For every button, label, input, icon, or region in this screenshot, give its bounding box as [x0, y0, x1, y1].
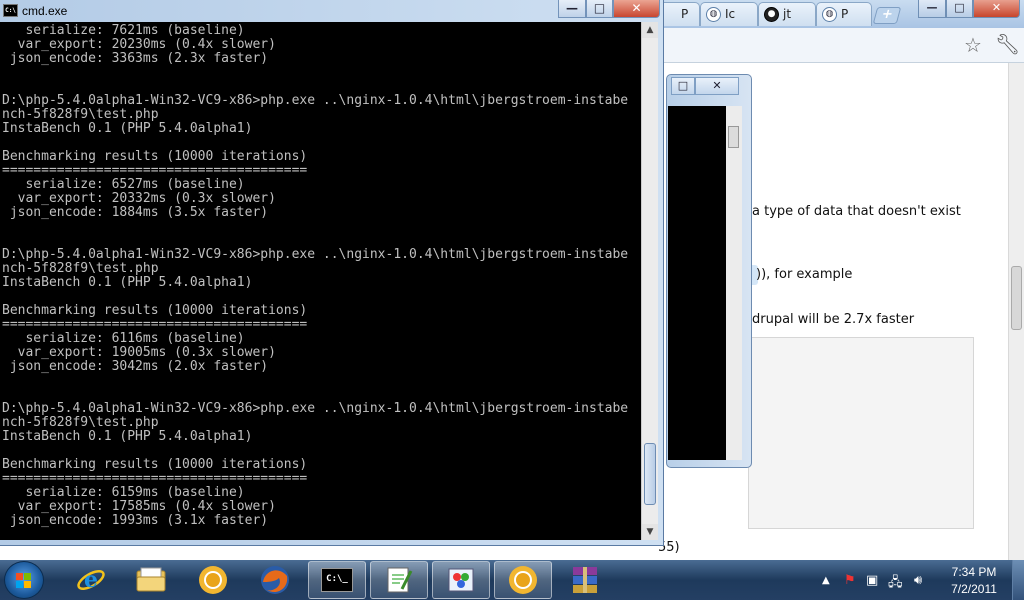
cmd-maximize-button[interactable]: □ [586, 0, 613, 18]
notepad-plus-plus-icon [387, 567, 413, 593]
scrollbar-thumb[interactable] [728, 126, 739, 148]
globe-icon: ◍ [706, 7, 721, 22]
windows-logo-icon [16, 573, 32, 588]
svg-text:e: e [84, 567, 98, 593]
show-hidden-icons-button[interactable]: ▲ [822, 575, 830, 586]
browser-scrollbar[interactable] [1008, 63, 1024, 560]
show-desktop-button[interactable] [1012, 560, 1024, 600]
console-area [668, 106, 726, 460]
window-title: cmd.exe [22, 4, 68, 18]
browser-tab-4[interactable]: ◍ P [816, 2, 872, 26]
console-output-area[interactable]: serialize: 7621ms (baseline) var_export:… [0, 22, 641, 540]
browser-maximize-button[interactable]: □ [946, 0, 973, 18]
tab-label: P [681, 7, 689, 21]
page-text-line: drupal will be 2.7x faster [752, 312, 915, 327]
scroll-down-arrow[interactable]: ▼ [642, 524, 658, 540]
new-tab-button[interactable]: + [872, 7, 902, 24]
taskbar-paint[interactable] [432, 561, 490, 599]
taskbar-chrome-2[interactable] [494, 561, 552, 599]
start-button[interactable] [4, 561, 44, 599]
taskbar-cmd[interactable]: C:\_ [308, 561, 366, 599]
small-window-scrollbar[interactable] [726, 106, 742, 460]
scrollbar-thumb[interactable] [1011, 266, 1022, 330]
clock-time: 7:34 PM [951, 565, 997, 579]
cmd-icon: C:\_ [321, 568, 353, 592]
taskbar-chrome[interactable] [184, 561, 242, 599]
volume-icon[interactable]: 🔊︎ [914, 573, 922, 588]
code-block [748, 337, 974, 529]
chrome-icon [199, 566, 227, 594]
taskbar-winrar[interactable] [556, 561, 614, 599]
internet-explorer-icon: e [77, 567, 105, 593]
small-window-maximize-button[interactable]: □ [671, 77, 695, 95]
cmd-scrollbar[interactable]: ▲ ▼ [641, 22, 658, 540]
browser-close-button[interactable]: ✕ [973, 0, 1020, 18]
taskbar-internet-explorer[interactable]: e [64, 561, 118, 599]
network-icon[interactable]: 🖧︎ [888, 573, 903, 595]
globe-icon: ◍ [822, 7, 837, 22]
cmd-titlebar[interactable]: C:\ cmd.exe — □ ✕ [0, 0, 663, 22]
browser-tab-2[interactable]: ◍ Ic [700, 2, 758, 26]
tab-label: Ic [725, 7, 736, 21]
scrollbar-thumb[interactable] [644, 443, 656, 505]
paint-icon [448, 568, 474, 592]
scroll-up-arrow[interactable]: ▲ [642, 22, 658, 38]
taskbar: e C:\_ ▲ ⚑ ▣ 🖧︎ 🔊︎ 7:34 PM 7/2/2011 [0, 560, 1024, 600]
cmd-icon: C:\ [3, 4, 18, 17]
tab-label: P [841, 7, 849, 21]
wrench-icon[interactable]: 🔧︎ [995, 32, 1020, 56]
chrome-icon [509, 566, 537, 594]
network-device-icon[interactable]: ▣ [866, 573, 878, 588]
small-window-close-button[interactable]: ✕ [695, 77, 739, 95]
clock-date: 7/2/2011 [951, 582, 997, 596]
cmd-minimize-button[interactable]: — [558, 0, 586, 18]
browser-minimize-button[interactable]: — [918, 0, 946, 18]
winrar-icon [573, 567, 597, 593]
console-output: serialize: 7621ms (baseline) var_export:… [2, 23, 629, 528]
tab-label: jt [783, 7, 792, 21]
firefox-icon [261, 566, 289, 594]
taskbar-windows-explorer[interactable] [122, 561, 180, 599]
system-clock[interactable]: 7:34 PM 7/2/2011 [942, 564, 1006, 598]
cmd-close-button[interactable]: ✕ [613, 0, 660, 18]
folder-icon [136, 567, 166, 592]
bookmark-star-icon[interactable]: ☆ [964, 33, 982, 57]
taskbar-notepad-plus-plus[interactable] [370, 561, 428, 599]
cmd-window: C:\ cmd.exe — □ ✕ serialize: 7621ms (bas… [0, 0, 664, 546]
browser-tab-3[interactable]: ● jt [758, 2, 816, 26]
security-flag-icon[interactable]: ⚑ [844, 573, 856, 588]
page-text-line: a type of data that doesn't exist [752, 204, 961, 219]
github-icon: ● [764, 7, 779, 22]
small-console-window: □ ✕ [666, 74, 752, 468]
taskbar-firefox[interactable] [246, 561, 304, 599]
page-text-line: )), for example [756, 267, 853, 282]
